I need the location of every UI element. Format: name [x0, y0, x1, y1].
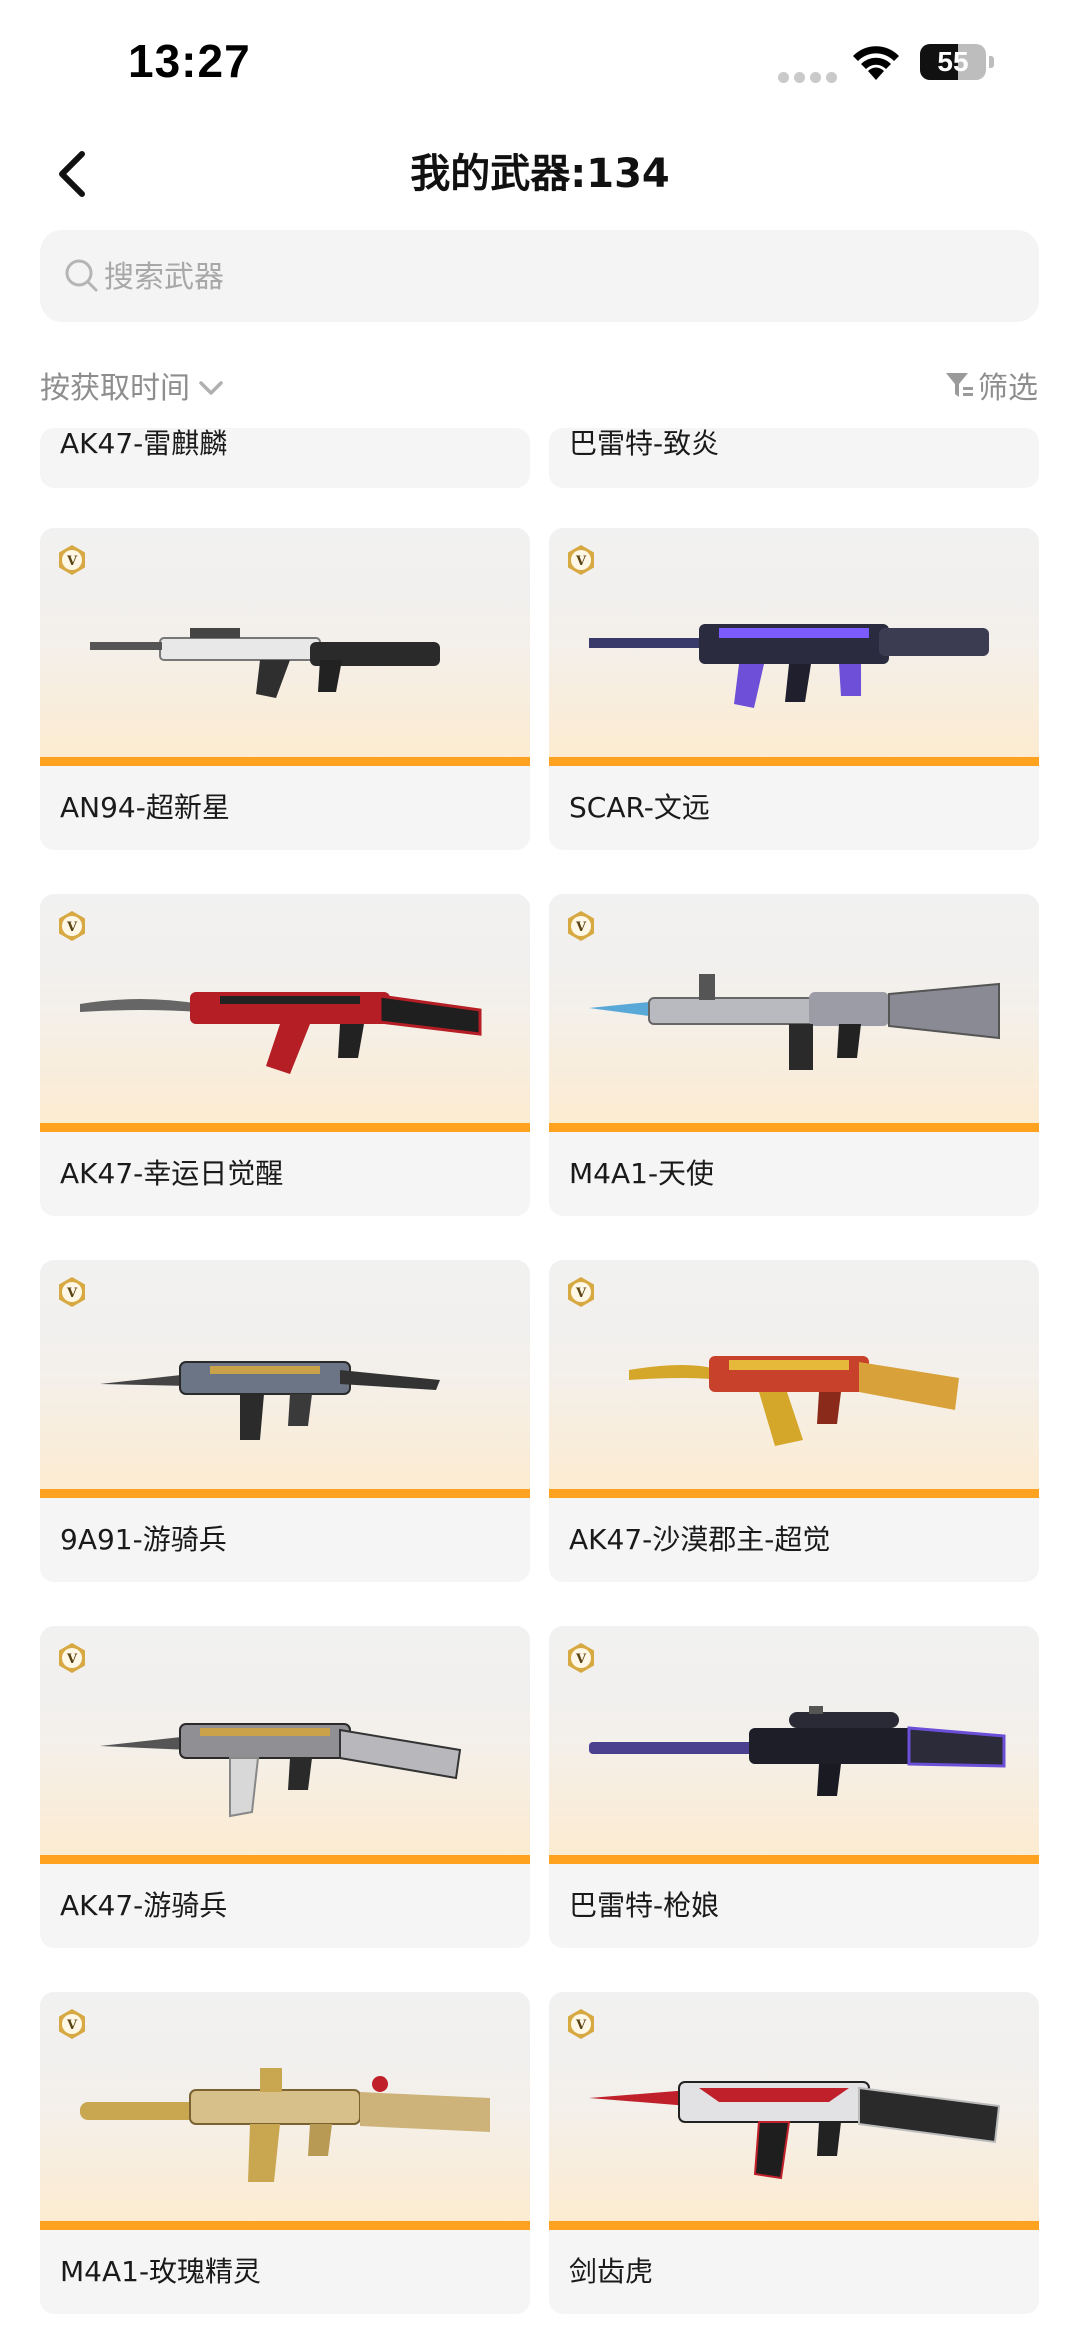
weapon-image: V	[549, 1260, 1039, 1498]
weapon-name: 剑齿虎	[569, 2255, 654, 2288]
chevron-down-icon	[199, 381, 223, 395]
svg-text:V: V	[66, 554, 78, 569]
weapon-image: V	[40, 894, 530, 1132]
rifle-icon	[589, 2081, 1001, 2180]
weapon-card[interactable]: 巴雷特-致炎	[549, 428, 1039, 488]
weapon-name: 巴雷特-致炎	[569, 428, 720, 460]
rifle-icon	[100, 1361, 440, 1440]
svg-text:V: V	[575, 1652, 587, 1667]
weapon-card[interactable]: V AK47-沙漠郡主-超觉	[549, 1260, 1039, 1582]
search-input[interactable]	[102, 230, 1006, 324]
weapon-image: V	[549, 528, 1039, 766]
weapon-image: V	[40, 528, 530, 766]
signal-dots-icon	[778, 68, 842, 83]
search-icon	[65, 259, 98, 292]
filter-icon	[946, 373, 973, 397]
weapon-name: SCAR-文远	[569, 791, 710, 824]
weapon-card[interactable]: V 剑齿虎	[549, 1992, 1039, 2314]
sort-label: 按获取时间	[40, 371, 190, 406]
rifle-icon	[589, 624, 989, 708]
weapon-card[interactable]: V AK47-游骑兵	[40, 1626, 530, 1948]
weapon-card[interactable]: AK47-雷麒麟	[40, 428, 530, 488]
svg-text:V: V	[575, 2018, 587, 2033]
svg-text:V: V	[575, 554, 587, 569]
weapon-card[interactable]: V SCAR-文远	[549, 528, 1039, 850]
weapon-image: V	[40, 1626, 530, 1864]
rifle-icon	[90, 628, 440, 698]
filter-label: 筛选	[978, 371, 1038, 406]
rifle-icon	[80, 992, 482, 1074]
battery-icon: 55	[920, 44, 996, 82]
svg-text:V: V	[575, 1286, 587, 1301]
weapon-image: V	[549, 894, 1039, 1132]
rifle-icon	[80, 2068, 490, 2182]
weapon-card[interactable]: V AN94-超新星	[40, 528, 530, 850]
weapon-image: V	[40, 1260, 530, 1498]
weapon-name: AK47-雷麒麟	[60, 428, 228, 460]
weapon-name: AK47-幸运日觉醒	[60, 1157, 284, 1190]
weapon-card[interactable]: V 巴雷特-枪娘	[549, 1626, 1039, 1948]
status-time: 13:27	[128, 35, 251, 87]
weapon-grid: AK47-雷麒麟 巴雷特-致炎 V AN94-超新星 V SCAR-文远 V A…	[0, 428, 1080, 2337]
back-arrow-icon[interactable]	[52, 146, 92, 202]
filter-button[interactable]: 筛选	[944, 360, 1038, 410]
sniper-rifle-icon	[589, 1706, 1006, 1796]
rifle-icon	[629, 1356, 959, 1446]
weapon-card[interactable]: V M4A1-玫瑰精灵	[40, 1992, 530, 2314]
weapon-image: V	[549, 1626, 1039, 1864]
wifi-icon	[853, 46, 899, 80]
weapon-name: M4A1-玫瑰精灵	[60, 2255, 262, 2288]
svg-text:V: V	[66, 920, 78, 935]
weapon-card[interactable]: V M4A1-天使	[549, 894, 1039, 1216]
svg-text:V: V	[66, 2018, 78, 2033]
weapon-name: AK47-沙漠郡主-超觉	[569, 1523, 831, 1556]
weapon-image: V	[40, 1992, 530, 2230]
svg-text:V: V	[575, 920, 587, 935]
battery-level: 55	[937, 46, 969, 77]
weapon-card[interactable]: V AK47-幸运日觉醒	[40, 894, 530, 1216]
weapon-name: AN94-超新星	[60, 791, 230, 824]
status-bar: 13:27 55	[0, 0, 1080, 120]
search-bar[interactable]	[40, 230, 1039, 324]
weapon-name: M4A1-天使	[569, 1157, 715, 1190]
svg-text:V: V	[66, 1286, 78, 1301]
svg-text:V: V	[66, 1652, 78, 1667]
weapon-name: 9A91-游骑兵	[60, 1523, 227, 1556]
sort-dropdown[interactable]: 按获取时间	[40, 360, 226, 410]
weapon-image: V	[549, 1992, 1039, 2230]
page-title: 我的武器:134	[410, 151, 670, 197]
rifle-icon	[589, 974, 1000, 1070]
weapon-card[interactable]: V 9A91-游骑兵	[40, 1260, 530, 1582]
rifle-icon	[100, 1723, 462, 1818]
weapon-name: 巴雷特-枪娘	[569, 1889, 720, 1922]
weapon-name: AK47-游骑兵	[60, 1889, 228, 1922]
